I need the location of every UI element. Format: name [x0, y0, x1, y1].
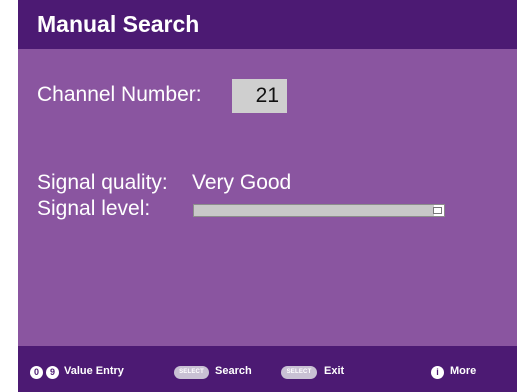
signal-level-marker: [433, 207, 442, 214]
info-icon[interactable]: i: [431, 366, 444, 379]
channel-number-input[interactable]: 21: [232, 79, 287, 113]
signal-level-label: Signal level:: [37, 197, 151, 220]
signal-level-bar: [193, 204, 445, 217]
value-entry-label: Value Entry: [64, 365, 124, 377]
key-9-icon[interactable]: 9: [46, 366, 59, 379]
search-label: Search: [215, 365, 252, 377]
signal-quality-value: Very Good: [192, 171, 292, 194]
exit-label: Exit: [324, 365, 345, 377]
key-0-icon[interactable]: 0: [30, 366, 43, 379]
select-button-icon[interactable]: SELECT: [174, 366, 209, 379]
more-label: More: [450, 365, 477, 377]
select-button-icon[interactable]: SELECT: [281, 366, 317, 379]
page-title: Manual Search: [37, 11, 200, 37]
signal-level-fill: [194, 205, 434, 216]
header-bar: Manual Search: [18, 0, 517, 49]
signal-quality-label: Signal quality:: [37, 171, 168, 194]
channel-number-label: Channel Number:: [37, 83, 202, 106]
manual-search-screen: Manual Search Channel Number: 21 Signal …: [18, 0, 517, 392]
